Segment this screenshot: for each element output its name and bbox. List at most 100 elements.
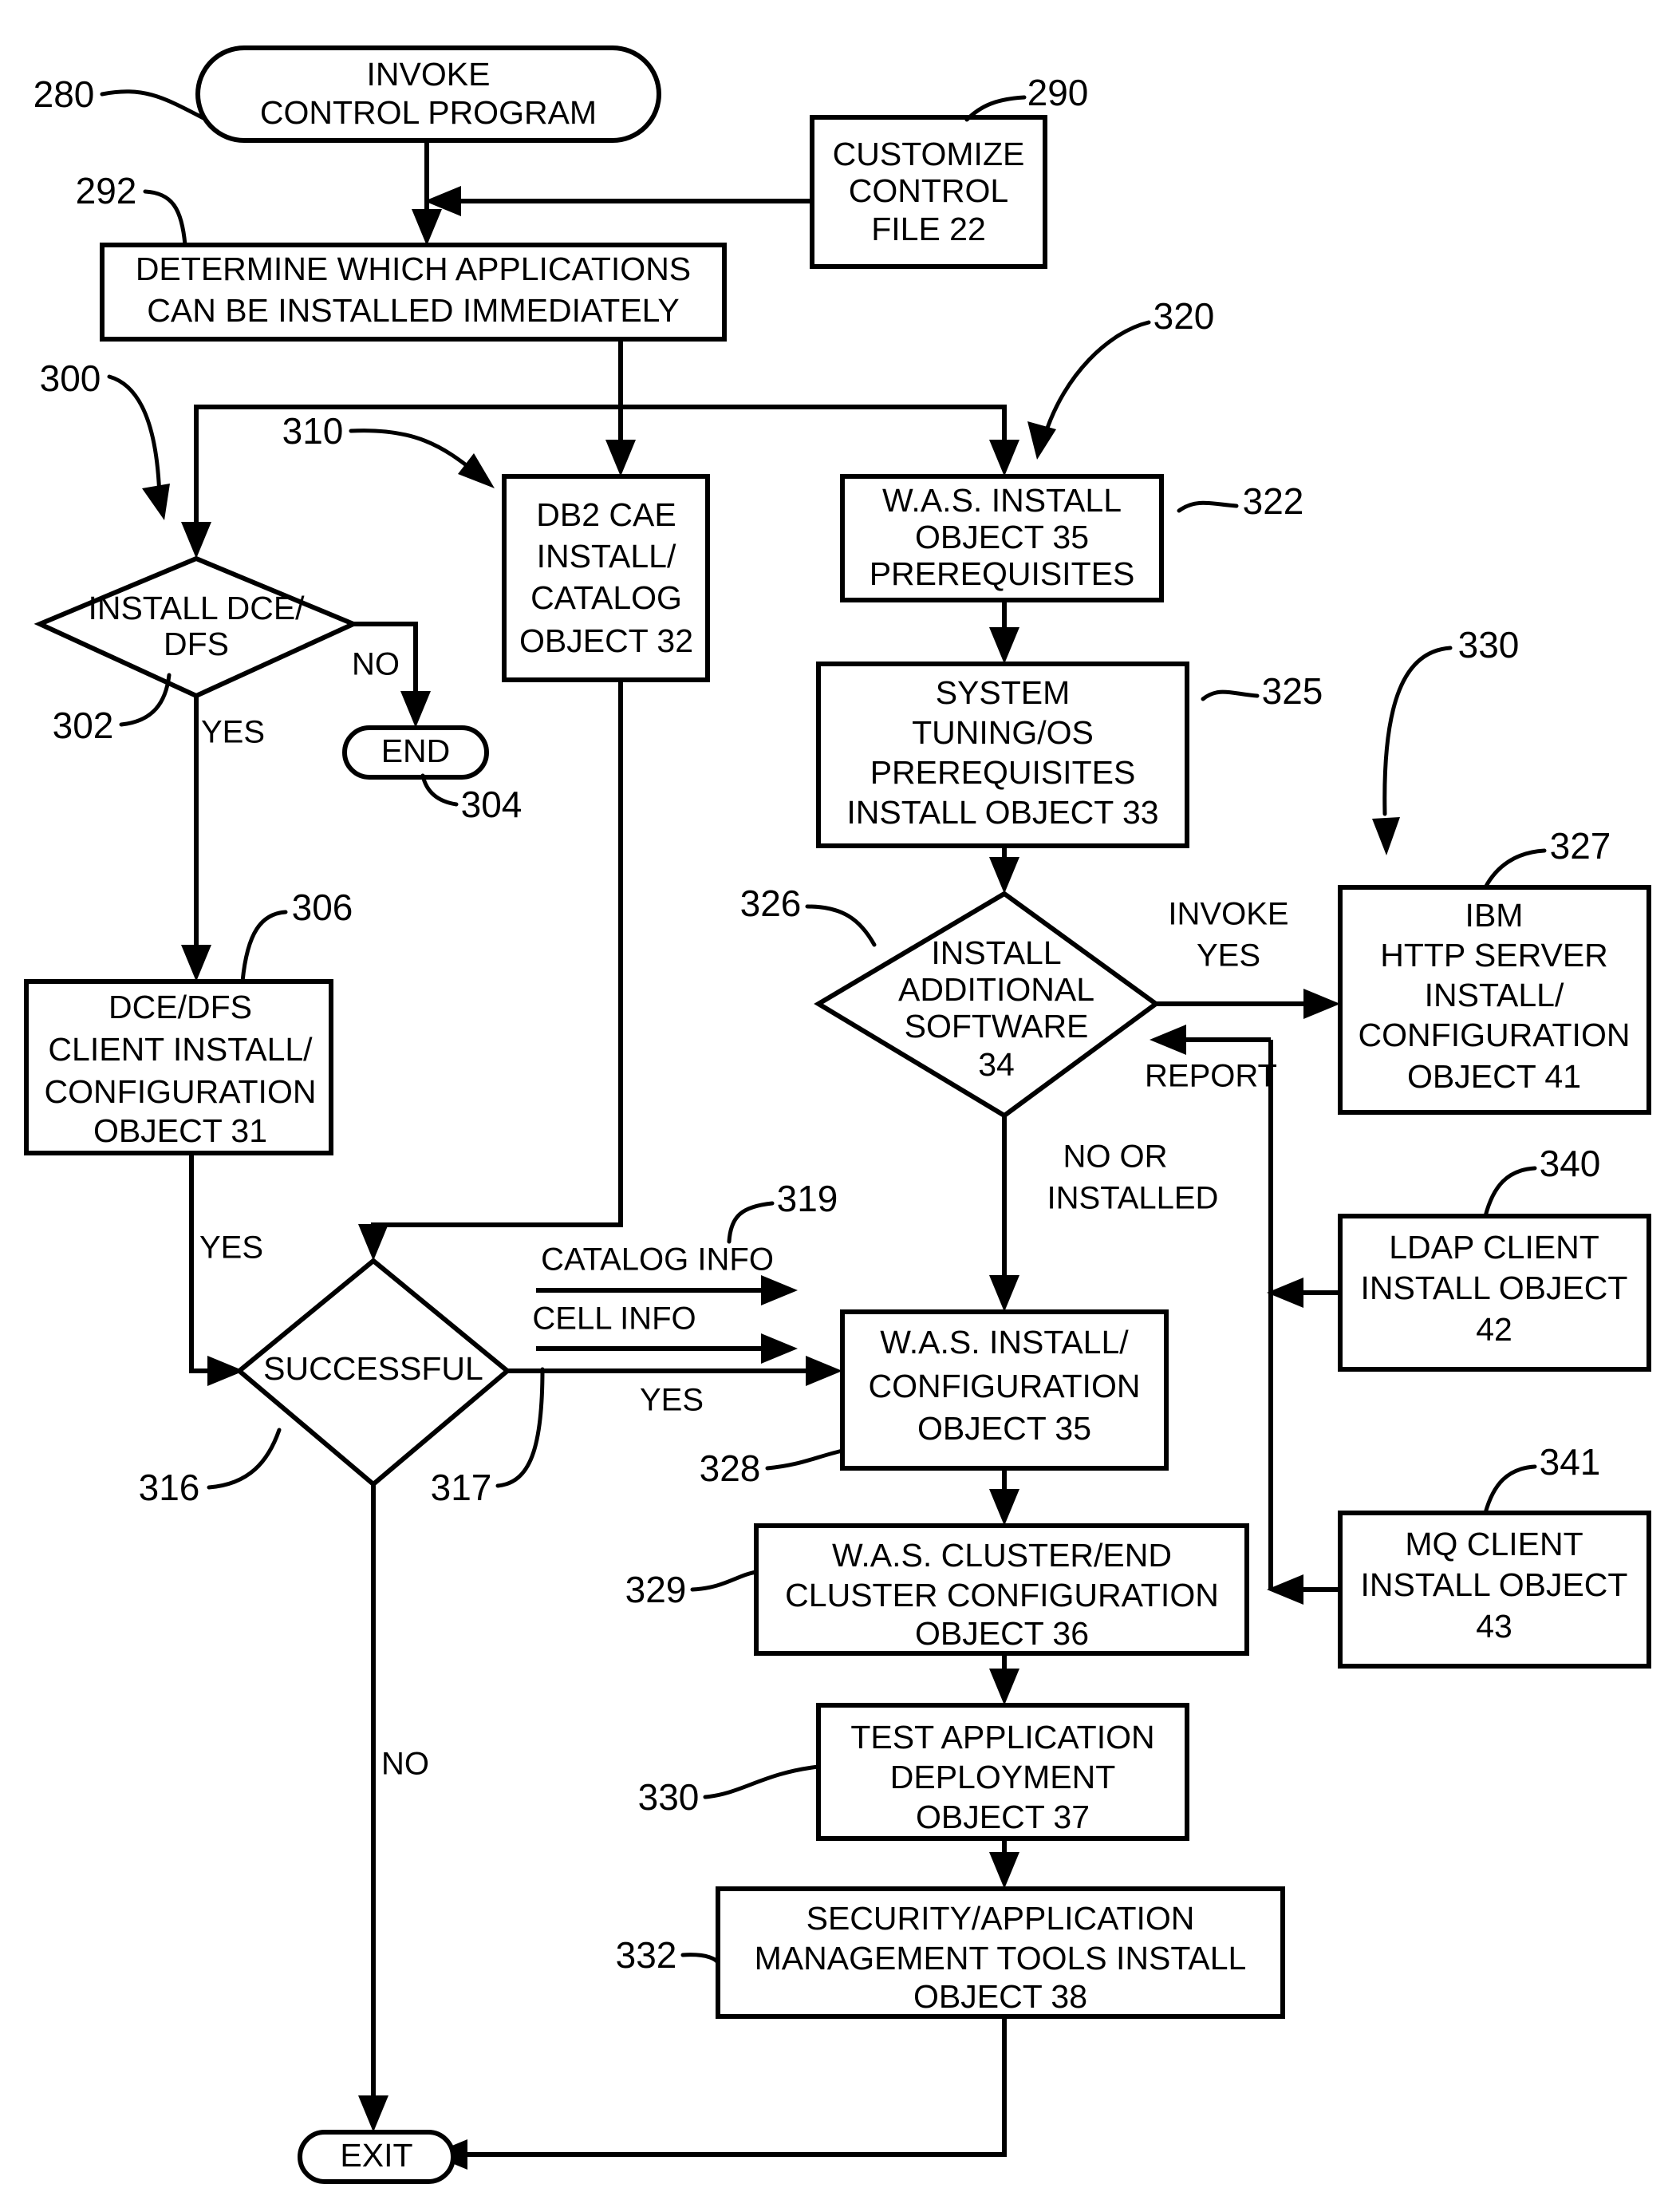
- install-dce-dfs-line-2: DFS: [164, 626, 229, 662]
- refnum-340: 340: [1540, 1143, 1601, 1184]
- arrowhead-prereq-to-tuning: [989, 627, 1019, 664]
- determine-applications-line-1: DETERMINE WHICH APPLICATIONS: [136, 251, 691, 287]
- dce-dfs-client-line-1: DCE/DFS: [108, 989, 252, 1025]
- arrowhead-leader-310: [458, 453, 495, 488]
- leader-280: [100, 89, 206, 120]
- install-additional-software-line-1: INSTALL: [931, 934, 1061, 971]
- leader-310: [349, 429, 478, 475]
- dce-dfs-client-line-2: CLIENT INSTALL/: [48, 1031, 313, 1068]
- refnum-322: 322: [1243, 480, 1304, 522]
- edge-label-cell-info: CELL INFO: [532, 1301, 696, 1337]
- dce-dfs-client-line-4: OBJECT 31: [93, 1112, 267, 1149]
- was-install-config-line-2: CONFIGURATION: [869, 1368, 1141, 1404]
- exit-terminal-label: EXIT: [340, 2137, 412, 2174]
- refnum-330: 330: [638, 1776, 700, 1818]
- arrowhead-cluster-to-test: [989, 1669, 1019, 1705]
- arrowhead-cell-info: [761, 1333, 798, 1364]
- customize-control-file-line-3: FILE 22: [871, 211, 986, 247]
- system-tuning-line-2: TUNING/OS: [912, 714, 1094, 751]
- edge-security-to-exit: [452, 2016, 1007, 2157]
- arrowhead-invoke-to-determine: [412, 209, 442, 246]
- refnum-300: 300: [40, 357, 101, 399]
- arrowhead-determine-to-was-prereq: [989, 440, 1019, 476]
- leader-327: [1483, 848, 1547, 890]
- refnum-329: 329: [625, 1569, 687, 1610]
- was-install-prereq-line-1: W.A.S. INSTALL: [882, 482, 1122, 519]
- edge-label-dce-no: NO: [352, 647, 400, 682]
- refnum-325: 325: [1262, 670, 1323, 712]
- leader-316: [207, 1428, 282, 1490]
- mq-client-line-1: MQ CLIENT: [1405, 1526, 1583, 1562]
- leader-328: [765, 1448, 845, 1471]
- was-cluster-line-2: CLUSTER CONFIGURATION: [785, 1577, 1219, 1613]
- test-application-line-1: TEST APPLICATION: [850, 1719, 1154, 1756]
- refnum-292: 292: [76, 170, 137, 211]
- security-application-line-1: SECURITY/APPLICATION: [806, 1900, 1195, 1937]
- security-application-line-3: OBJECT 38: [913, 1978, 1087, 2015]
- leader-319: [727, 1201, 775, 1244]
- leader-326: [805, 904, 877, 947]
- ibm-http-server-line-2: HTTP SERVER: [1380, 937, 1608, 974]
- leader-317: [495, 1367, 545, 1488]
- leader-330-group: [1382, 646, 1453, 816]
- refnum-316: 316: [139, 1467, 200, 1508]
- refnum-328: 328: [700, 1447, 761, 1489]
- edge-label-invoke-yes: YES: [1197, 938, 1260, 974]
- was-install-config-line-3: OBJECT 35: [917, 1410, 1091, 1447]
- arrowhead-additional-no-to-wasconfig: [989, 1275, 1019, 1312]
- refnum-332: 332: [616, 1934, 677, 1976]
- edge-label-no-or: NO OR: [1063, 1139, 1167, 1175]
- arrowhead-dce-yes-to-client: [181, 945, 211, 981]
- refnum-326: 326: [740, 883, 802, 924]
- arrowhead-leader-320: [1027, 421, 1056, 460]
- db2-cae-line-3: CATALOG: [530, 579, 682, 616]
- successful-label: SUCCESSFUL: [263, 1350, 483, 1387]
- test-application-line-2: DEPLOYMENT: [890, 1759, 1116, 1795]
- install-additional-software-line-4: 34: [978, 1046, 1015, 1083]
- refnum-320: 320: [1154, 295, 1215, 337]
- refnum-317: 317: [431, 1467, 492, 1508]
- was-install-prereq-line-3: PREREQUISITES: [870, 555, 1135, 592]
- test-application-line-3: OBJECT 37: [916, 1799, 1090, 1835]
- was-cluster-line-1: W.A.S. CLUSTER/END: [832, 1537, 1172, 1574]
- system-tuning-line-4: INSTALL OBJECT 33: [846, 794, 1158, 831]
- refnum-327: 327: [1550, 825, 1611, 867]
- edge-label-dce-yes: YES: [201, 715, 265, 750]
- arrowhead-successful-no-to-exit: [358, 2095, 388, 2132]
- leader-330: [703, 1764, 821, 1799]
- leader-341: [1483, 1464, 1537, 1515]
- refnum-304: 304: [461, 784, 523, 825]
- leader-304: [420, 773, 459, 807]
- determine-applications-line-2: CAN BE INSTALLED IMMEDIATELY: [147, 292, 680, 329]
- leader-320: [1043, 320, 1151, 437]
- customize-control-file-line-2: CONTROL: [849, 172, 1008, 209]
- edge-label-successful-yes: YES: [640, 1383, 704, 1418]
- leader-300: [107, 374, 162, 500]
- refnum-306: 306: [292, 887, 353, 928]
- edge-label-report: REPORT: [1145, 1059, 1277, 1094]
- edge-label-invoke: INVOKE: [1168, 897, 1288, 932]
- arrowhead-test-to-security: [989, 1852, 1019, 1889]
- arrowhead-leader-330-group: [1372, 817, 1400, 855]
- refnum-319: 319: [777, 1178, 838, 1219]
- mq-client-line-2: INSTALL OBJECT: [1361, 1566, 1628, 1603]
- edge-label-installed: INSTALLED: [1047, 1181, 1219, 1216]
- install-dce-dfs-line-1: INSTALL DCE/: [88, 590, 305, 626]
- leader-306: [240, 910, 288, 984]
- leader-332: [680, 1953, 720, 1965]
- refnum-330-group: 330: [1458, 624, 1520, 665]
- arrowhead-db2-to-successful: [358, 1224, 388, 1261]
- refnum-280: 280: [34, 73, 95, 115]
- figure-canvas: INVOKE CONTROL PROGRAM CUSTOMIZE CONTROL…: [0, 0, 1680, 2188]
- ibm-http-server-line-4: CONFIGURATION: [1359, 1017, 1631, 1053]
- ibm-http-server-line-3: INSTALL/: [1425, 977, 1564, 1013]
- db2-cae-line-2: INSTALL/: [537, 538, 676, 575]
- arrowhead-dce-no-to-end: [400, 691, 431, 728]
- refnum-310: 310: [282, 410, 344, 452]
- leader-329: [690, 1570, 759, 1592]
- refnum-302: 302: [53, 705, 114, 746]
- mq-client-line-3: 43: [1476, 1608, 1512, 1645]
- was-install-prereq-line-2: OBJECT 35: [915, 519, 1089, 555]
- invoke-control-program-line-2: CONTROL PROGRAM: [260, 94, 597, 131]
- arrowhead-catalog-info: [761, 1275, 798, 1305]
